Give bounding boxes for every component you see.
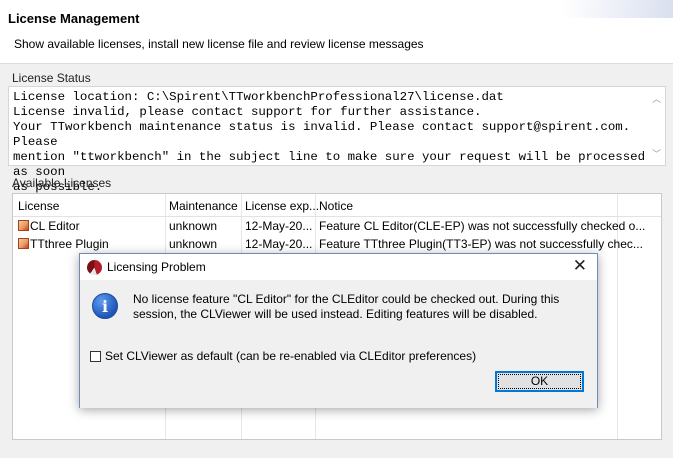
dialog-titlebar[interactable]: Licensing Problem ✕ — [80, 254, 597, 280]
maintenance-cell: unknown — [169, 219, 218, 233]
page-description: Show available licenses, install new lic… — [14, 37, 424, 51]
scroll-down-icon[interactable]: ﹀ — [652, 147, 661, 160]
scroll-up-icon[interactable]: ︿ — [652, 92, 661, 105]
table-row[interactable]: TTthree Plugin unknown 12-May-20... Feat… — [13, 235, 661, 253]
expiry-cell: 12-May-20... — [245, 219, 313, 233]
close-icon[interactable]: ✕ — [573, 256, 587, 276]
table-header: License Maintenance License exp... Notic… — [13, 194, 661, 217]
info-icon: i — [92, 293, 118, 319]
default-viewer-checkbox[interactable] — [90, 351, 101, 362]
column-header-license[interactable]: License — [18, 199, 59, 213]
dialog-title: Licensing Problem — [107, 260, 206, 274]
column-header-notice[interactable]: Notice — [319, 199, 353, 213]
available-licenses-label: Available Licenses — [12, 176, 112, 190]
expiry-cell: 12-May-20... — [245, 237, 313, 251]
header-banner — [563, 0, 673, 18]
license-name: TTthree Plugin — [30, 237, 109, 251]
maintenance-cell: unknown — [169, 237, 218, 251]
notice-cell: Feature TTthree Plugin(TT3-EP) was not s… — [319, 237, 643, 251]
page-title: License Management — [8, 11, 140, 26]
default-viewer-checkbox-row[interactable]: Set CLViewer as default (can be re-enabl… — [90, 349, 476, 363]
license-icon — [18, 220, 29, 231]
licensing-problem-dialog: Licensing Problem ✕ i No license feature… — [79, 253, 598, 408]
column-header-maintenance[interactable]: Maintenance — [169, 199, 238, 213]
license-icon — [18, 238, 29, 249]
page-header: License Management Show available licens… — [0, 0, 673, 64]
dialog-body: i No license feature "CL Editor" for the… — [80, 280, 597, 408]
checkbox-label[interactable]: Set CLViewer as default (can be re-enabl… — [105, 349, 476, 363]
table-row[interactable]: CL Editor unknown 12-May-20... Feature C… — [13, 217, 661, 235]
ok-button[interactable]: OK — [495, 371, 584, 392]
license-status-label: License Status — [12, 71, 91, 85]
app-logo-icon — [87, 260, 102, 275]
license-name: CL Editor — [30, 219, 80, 233]
license-status-box[interactable]: License location: C:\Spirent\TTworkbench… — [8, 86, 666, 194]
dialog-message: No license feature "CL Editor" for the C… — [133, 292, 560, 321]
column-header-expiry[interactable]: License exp... — [245, 199, 319, 213]
notice-cell: Feature CL Editor(CLE-EP) was not succes… — [319, 219, 646, 233]
